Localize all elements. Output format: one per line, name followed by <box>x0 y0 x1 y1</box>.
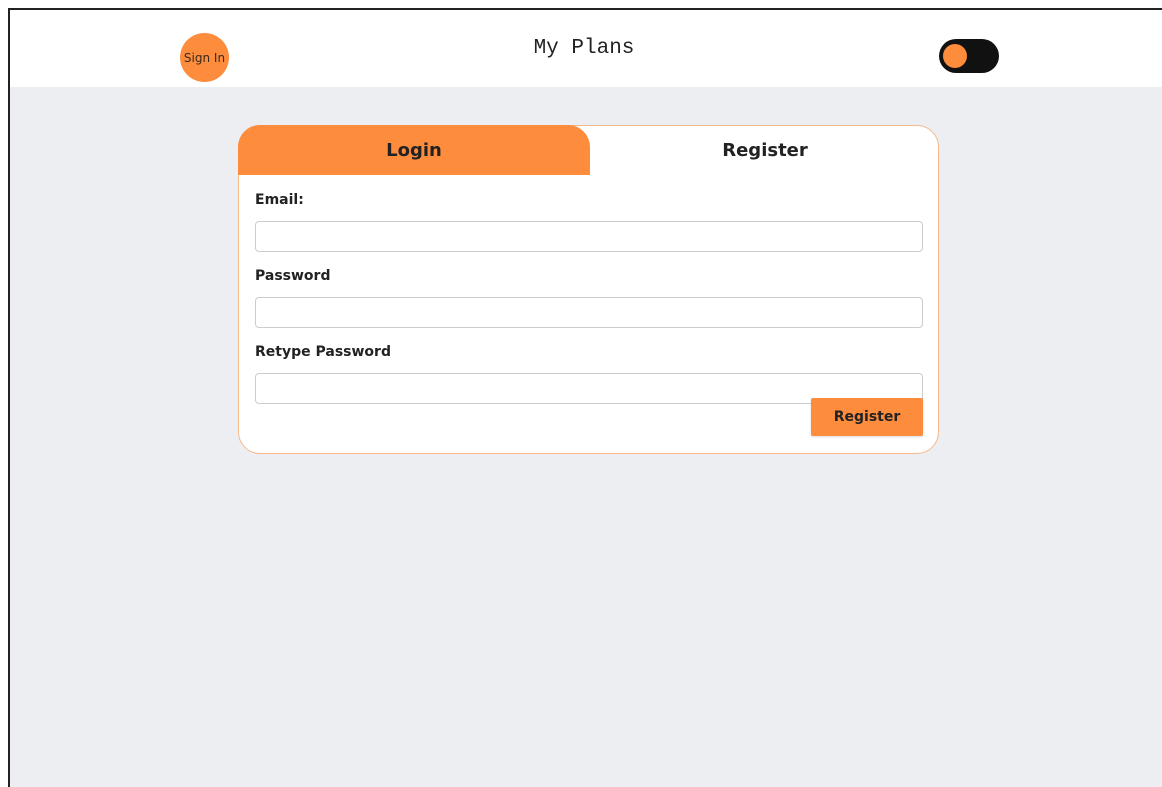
register-button[interactable]: Register <box>811 398 923 436</box>
retype-password-label: Retype Password <box>255 344 391 360</box>
app-window: Sign In My Plans Login Register Email: P… <box>8 8 1162 787</box>
tab-register[interactable]: Register <box>590 125 940 175</box>
auth-card: Login Register Email: Password Retype Pa… <box>238 125 939 454</box>
password-field[interactable] <box>255 297 923 328</box>
header-bar: Sign In My Plans <box>10 10 1162 87</box>
password-label: Password <box>255 268 331 284</box>
tab-login[interactable]: Login <box>238 125 590 175</box>
main-content: Login Register Email: Password Retype Pa… <box>10 87 1162 787</box>
email-label: Email: <box>255 192 304 208</box>
toggle-knob-icon <box>943 44 967 68</box>
theme-toggle[interactable] <box>939 39 999 73</box>
email-field[interactable] <box>255 221 923 252</box>
register-form: Email: Password Retype Password <box>255 190 923 418</box>
